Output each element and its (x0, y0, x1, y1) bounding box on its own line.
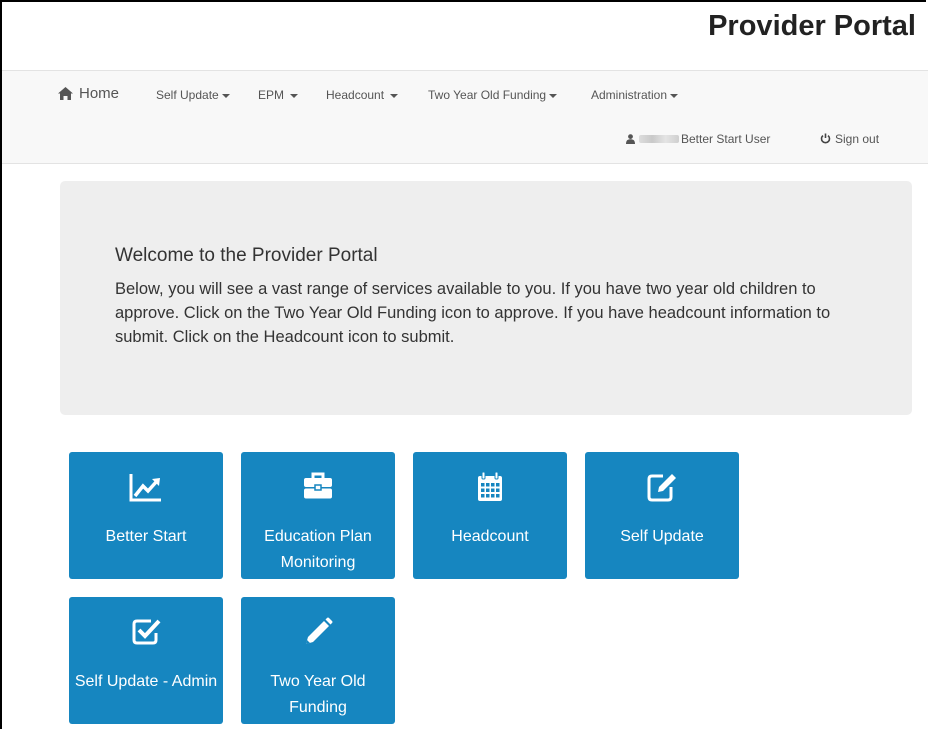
tile-label: Self Update - Admin (74, 673, 218, 690)
tile-education-plan-monitoring[interactable]: Education Plan Monitoring (241, 452, 395, 579)
nav-epm[interactable]: EPM (258, 88, 299, 102)
tile-better-start[interactable]: Better Start (69, 452, 223, 579)
nav-self-update-label: Self Update (156, 88, 219, 102)
tile-two-year-old-funding[interactable]: Two Year Old Funding (241, 597, 395, 724)
tile-self-update-admin[interactable]: Self Update - Admin (69, 597, 223, 724)
chevron-down-icon (290, 93, 299, 98)
checkbox-icon (132, 619, 161, 645)
nav-headcount-label: Headcount (326, 88, 385, 102)
calendar-icon (478, 472, 502, 501)
chevron-down-icon (221, 93, 230, 98)
user-icon (626, 134, 635, 144)
nav-two-year-old-funding[interactable]: Two Year Old Funding (428, 88, 558, 102)
chevron-down-icon (390, 93, 399, 98)
nav-epm-label: EPM (258, 88, 285, 102)
navbar: Home Self Update EPM Headcount Two Year … (2, 70, 928, 164)
tile-label: Better Start (105, 528, 187, 545)
power-icon (820, 133, 831, 144)
tile-self-update[interactable]: Self Update (585, 452, 739, 579)
user-menu[interactable]: Better Start User (626, 132, 774, 146)
user-role-label: Better Start User (681, 132, 771, 146)
nav-home[interactable]: Home (58, 85, 119, 102)
edit-icon (647, 474, 676, 502)
nav-administration-label: Administration (591, 88, 668, 102)
welcome-title: Welcome to the Provider Portal (115, 245, 378, 266)
nav-administration[interactable]: Administration (591, 88, 679, 102)
chevron-down-icon (549, 93, 558, 98)
line-chart-icon (129, 474, 161, 502)
tile-label: Education Plan Monitoring (264, 528, 372, 571)
chevron-down-icon (670, 93, 679, 98)
sign-out-link[interactable]: Sign out (820, 132, 879, 146)
page-title: Provider Portal (708, 10, 916, 42)
sign-out-label: Sign out (835, 132, 880, 146)
nav-home-label: Home (79, 85, 120, 102)
home-icon (58, 87, 73, 100)
tile-label: Self Update (620, 528, 704, 545)
nav-two-year-old-funding-label: Two Year Old Funding (428, 88, 547, 102)
tile-label: Two Year Old Funding (270, 673, 366, 716)
tile-headcount[interactable]: Headcount (413, 452, 567, 579)
welcome-panel: Welcome to the Provider Portal Below, yo… (60, 181, 912, 415)
nav-headcount[interactable]: Headcount (326, 88, 399, 102)
welcome-text: Below, you will see a vast range of serv… (115, 280, 831, 346)
pencil-icon (306, 617, 333, 644)
briefcase-icon (304, 472, 332, 499)
nav-self-update[interactable]: Self Update (156, 88, 230, 102)
tile-label: Headcount (451, 528, 529, 545)
user-name-redacted (639, 135, 679, 143)
